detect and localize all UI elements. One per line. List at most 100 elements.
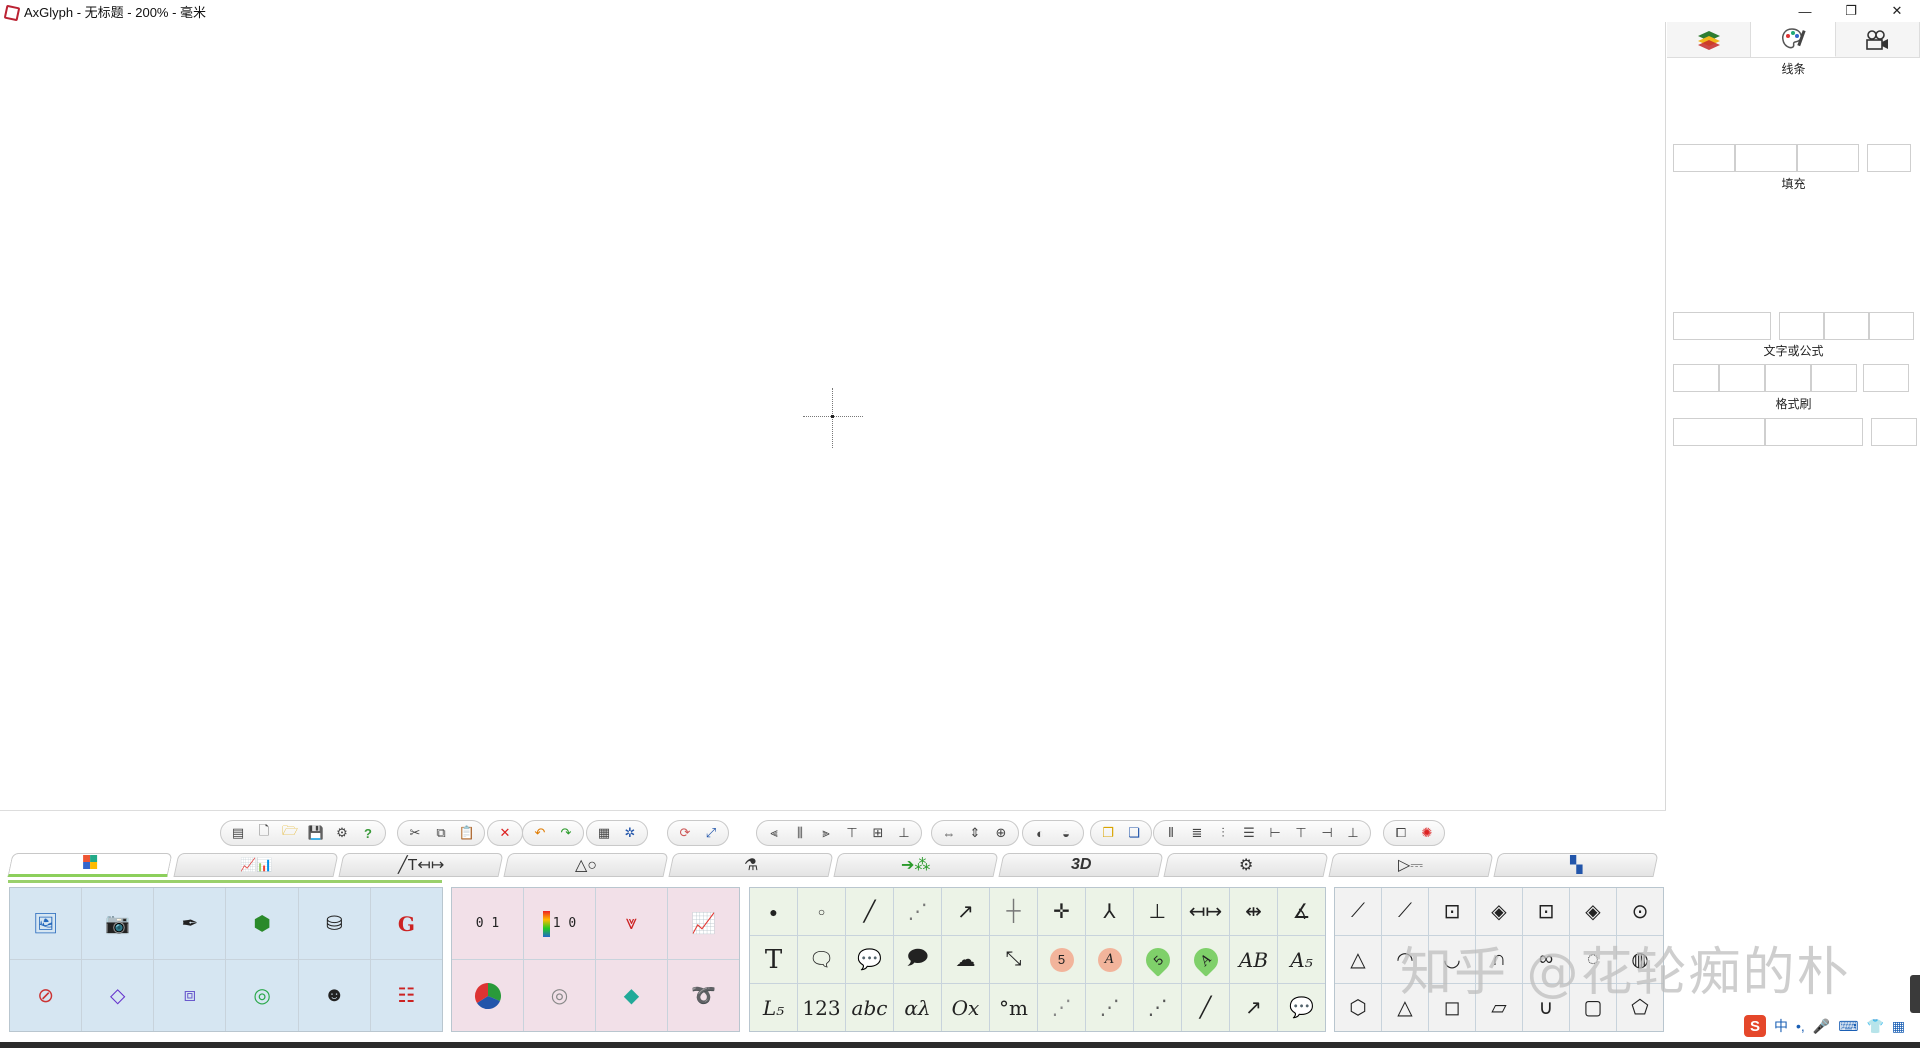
- space-v-icon[interactable]: ☰: [1238, 822, 1260, 844]
- fill-gradient-box[interactable]: [1824, 312, 1869, 340]
- center-h-icon[interactable]: ⊣: [1316, 822, 1338, 844]
- align-right-icon[interactable]: ⫸: [815, 822, 837, 844]
- numbers-icon[interactable]: 123: [798, 984, 845, 1031]
- tab-more-tools[interactable]: ▚: [1493, 853, 1659, 877]
- cross-dashed-icon[interactable]: ┼: [990, 888, 1037, 935]
- diamond-nodes-icon[interactable]: ◈: [1570, 888, 1616, 935]
- callout-cloud-icon[interactable]: ☁: [942, 936, 989, 983]
- dimension-arrow-icon[interactable]: ⇹: [1230, 888, 1277, 935]
- tab-flow-tools[interactable]: ➔⁂: [833, 853, 999, 877]
- label-ab-icon[interactable]: AB: [1230, 936, 1277, 983]
- greek-icon[interactable]: αλ: [894, 984, 941, 1031]
- rect-nodes-icon[interactable]: ⊡: [1523, 888, 1569, 935]
- dotted-line-1-icon[interactable]: ⋰: [1038, 984, 1085, 1031]
- grid-icon[interactable]: ▦: [593, 822, 615, 844]
- surface-plot-icon[interactable]: ◆: [596, 960, 667, 1031]
- distribute-h-icon[interactable]: ⫴: [1160, 822, 1182, 844]
- ime-language[interactable]: 中: [1774, 1016, 1788, 1036]
- logo-g-icon[interactable]: G: [370, 888, 442, 959]
- pen-tool-icon[interactable]: ✒: [154, 888, 226, 959]
- function-plot-icon[interactable]: ⩔: [596, 888, 667, 959]
- align-top-icon[interactable]: ⊤: [841, 822, 863, 844]
- rotate-icon[interactable]: ⟳: [674, 822, 696, 844]
- font-box[interactable]: [1673, 364, 1719, 392]
- open-folder-icon[interactable]: 🗁: [279, 822, 301, 844]
- ox-label-icon[interactable]: Ox: [942, 984, 989, 1031]
- line-width-box[interactable]: [1735, 144, 1797, 172]
- help-icon[interactable]: ?: [357, 822, 379, 844]
- tab-3d-tools[interactable]: 3D: [998, 853, 1164, 877]
- paint-bucket-icon[interactable]: ⛁: [298, 888, 370, 959]
- thin-arrow-icon[interactable]: ↗: [1230, 984, 1277, 1031]
- send-back-icon[interactable]: ❏: [1123, 822, 1145, 844]
- skin-icon[interactable]: 👕: [1866, 1018, 1883, 1035]
- hexagon-icon[interactable]: ⬡: [1335, 984, 1381, 1031]
- line-dash-box[interactable]: [1797, 144, 1859, 172]
- circle-number-icon[interactable]: 5: [1038, 936, 1085, 983]
- ruler-icon[interactable]: 0 1: [452, 888, 523, 959]
- tab-layers[interactable]: [1667, 22, 1752, 57]
- ring-icon[interactable]: ◎: [226, 960, 298, 1031]
- axes-3d-icon[interactable]: ⅄: [1086, 888, 1133, 935]
- minimize-button[interactable]: —: [1782, 0, 1828, 22]
- tab-lab-tools[interactable]: ⚗: [668, 853, 834, 877]
- axes-xy-icon[interactable]: ⊥: [1134, 888, 1181, 935]
- fill-pattern-box[interactable]: [1779, 312, 1824, 340]
- distribute-v-icon[interactable]: ≣: [1186, 822, 1208, 844]
- microphone-icon[interactable]: 🎤: [1813, 1018, 1830, 1035]
- same-size-icon[interactable]: ⊕: [990, 822, 1012, 844]
- fill-color-box[interactable]: [1673, 312, 1771, 340]
- side-scroll-handle[interactable]: [1910, 975, 1920, 1013]
- tab-picture-tools[interactable]: [7, 853, 173, 877]
- align-left-icon[interactable]: ⫷: [763, 822, 785, 844]
- keyboard-icon[interactable]: ⌨: [1838, 1018, 1858, 1035]
- tab-style[interactable]: [1751, 22, 1836, 57]
- bar-line-chart-icon[interactable]: 📈: [668, 888, 739, 959]
- tab-animation[interactable]: [1835, 22, 1920, 57]
- font-style-box[interactable]: [1811, 364, 1857, 392]
- tab-shape-tools[interactable]: △○: [503, 853, 669, 877]
- line-arrow-box[interactable]: [1867, 144, 1911, 172]
- snap-icon[interactable]: ✲: [619, 822, 641, 844]
- grid-menu-icon[interactable]: ▦: [1892, 1018, 1905, 1035]
- cut-icon[interactable]: ✂: [404, 822, 426, 844]
- chat-bubble-icon[interactable]: 💬: [1278, 984, 1325, 1031]
- tab-mech-tools[interactable]: ⚙: [1163, 853, 1329, 877]
- screenshot-icon[interactable]: 📷: [82, 888, 154, 959]
- line-segment-icon[interactable]: ╱: [846, 888, 893, 935]
- resize-node-icon[interactable]: ⧈: [154, 960, 226, 1031]
- punctuation-icon[interactable]: •,: [1796, 1018, 1805, 1034]
- group-icon[interactable]: ⧠: [1390, 822, 1412, 844]
- save-icon[interactable]: 💾: [305, 822, 327, 844]
- tab-line-text-tools[interactable]: ╱T↤↦: [338, 853, 504, 877]
- bring-front-icon[interactable]: ❐: [1097, 822, 1119, 844]
- redo-icon[interactable]: ↷: [555, 822, 577, 844]
- pin-number-icon[interactable]: 5: [1134, 936, 1181, 983]
- delete-icon[interactable]: ✕: [494, 822, 516, 844]
- text-tool-icon[interactable]: T: [750, 936, 797, 983]
- label-l5-icon[interactable]: L₅: [750, 984, 797, 1031]
- paste-icon[interactable]: 📋: [456, 822, 478, 844]
- space-h-icon[interactable]: ⫶: [1212, 822, 1234, 844]
- dot-filled-icon[interactable]: ●: [750, 888, 797, 935]
- pin-letter-icon[interactable]: A: [1182, 936, 1229, 983]
- line-color-box[interactable]: [1673, 144, 1735, 172]
- dotted-line-3-icon[interactable]: ⋰: [1134, 984, 1181, 1031]
- degree-unit-icon[interactable]: °m: [990, 984, 1037, 1031]
- dot-hollow-icon[interactable]: ○: [798, 888, 845, 935]
- angle-mark-icon[interactable]: ∡: [1278, 888, 1325, 935]
- arrow-line-icon[interactable]: ↗: [942, 888, 989, 935]
- align-bottom-icon[interactable]: ⊥: [893, 822, 915, 844]
- tab-chart-tools[interactable]: 📈📊: [173, 853, 339, 877]
- page-menu-icon[interactable]: ▤: [227, 822, 249, 844]
- dashed-line-icon[interactable]: ⋰: [894, 888, 941, 935]
- lowercase-icon[interactable]: abc: [846, 984, 893, 1031]
- dimension-line-icon[interactable]: ↤↦: [1182, 888, 1229, 935]
- segment-point-icon[interactable]: ⟋: [1382, 888, 1428, 935]
- pattern-icon[interactable]: ✺: [1416, 822, 1438, 844]
- pie-chart-icon[interactable]: [452, 960, 523, 1031]
- ime-logo-icon[interactable]: S: [1744, 1015, 1766, 1037]
- flip-vertical-icon[interactable]: ◒: [1055, 822, 1077, 844]
- segment-two-point-icon[interactable]: ⟋: [1335, 888, 1381, 935]
- new-file-icon[interactable]: 🗋: [253, 822, 275, 844]
